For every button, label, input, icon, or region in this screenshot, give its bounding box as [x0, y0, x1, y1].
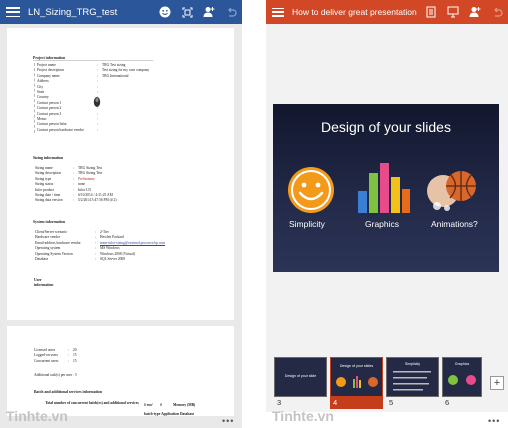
slide-thumbnail[interactable]: Design of your slides: [330, 357, 383, 397]
word-title-bar: LN_Sizing_TRG_test: [0, 0, 242, 24]
touch-cursor-icon: [93, 97, 101, 107]
more-options-icon[interactable]: •••: [222, 416, 234, 426]
notes-icon[interactable]: [420, 0, 442, 24]
system-info-heading: System information: [33, 220, 65, 224]
watermark: Tinhte.vn: [272, 408, 334, 424]
system-info-table: Client/Server scenario:2-Tier Hardware v…: [35, 230, 165, 262]
user-info-heading-line1: User: [34, 278, 42, 282]
present-icon[interactable]: [442, 0, 464, 24]
slide-number: 6: [445, 398, 450, 407]
slide-number-active: 4: [330, 397, 383, 409]
sizing-info-heading: Sizing information: [33, 156, 64, 160]
powerpoint-pane: How to deliver great presentation Design…: [266, 0, 508, 428]
slide-caption-graphics: Graphics: [365, 219, 400, 229]
thumb-graphics-icon: [336, 376, 378, 388]
smiley-icon[interactable]: [154, 0, 176, 24]
scan-icon[interactable]: [176, 0, 198, 24]
table-row: Sizing data version:5/2/2014 5:47:56 PM …: [35, 198, 117, 203]
bar-chart-graphic-icon: [358, 163, 410, 213]
split-divider[interactable]: [242, 0, 266, 428]
hamburger-menu-icon[interactable]: [6, 7, 20, 17]
users-table: Licensed users:20 Logged-on users:15 Con…: [34, 348, 77, 364]
additional-tasks: Additional task(s) per user : 5: [34, 373, 77, 377]
add-slide-button[interactable]: +: [490, 376, 504, 390]
batch-table-header-3: #: [160, 403, 162, 407]
slide-caption-simplicity: Simplicity: [289, 219, 325, 229]
ppt-title-bar: How to deliver great presentation: [266, 0, 508, 24]
batch-info-heading: Batch and additional services informatio…: [34, 390, 102, 394]
watermark: Tinhte.vn: [6, 408, 68, 424]
undo-icon[interactable]: [486, 0, 508, 24]
user-info-heading-line2: information: [34, 283, 54, 287]
word-pane: LN_Sizing_TRG_test Project information P…: [0, 0, 242, 428]
batch-table-header-4: Memory (MB): [173, 403, 196, 407]
slide-thumbnail-strip: Design of your slide 3 Design of your sl…: [266, 354, 508, 412]
divider-line: [33, 60, 153, 61]
smiley-graphic-icon: [288, 167, 334, 213]
add-person-icon[interactable]: [464, 0, 486, 24]
slide-caption-animations: Animations?: [431, 219, 478, 229]
undo-icon[interactable]: [220, 0, 242, 24]
slide-thumbnail[interactable]: Simplicity: [386, 357, 439, 397]
current-slide[interactable]: Design of your slides Simplicity Graphic…: [273, 104, 499, 272]
more-options-icon[interactable]: •••: [488, 416, 500, 426]
batch-table-header-1: Total number of concurrent batch(es) and…: [45, 401, 139, 405]
sizing-info-table: Sizing name: TRG Sizing Test Sizing descr…: [35, 166, 117, 204]
batch-table-header-2: # exe/: [144, 403, 153, 407]
word-document-title[interactable]: LN_Sizing_TRG_test: [28, 7, 154, 18]
thumb-text-lines-icon: [393, 371, 431, 391]
table-row: Database: SQL Server 2008: [35, 257, 126, 262]
hamburger-menu-icon[interactable]: [272, 7, 284, 17]
document-page-1[interactable]: Project information Project name: TRG Tes…: [7, 28, 234, 320]
ppt-document-title[interactable]: How to deliver great presentation: [292, 7, 420, 17]
add-person-icon[interactable]: [198, 0, 220, 24]
basketball-graphic-icon: [427, 171, 476, 211]
slide-thumbnail[interactable]: Graphics: [442, 357, 482, 397]
slide-title: Design of your slides: [321, 119, 451, 135]
thumb-graphics-icon: [448, 375, 476, 385]
table-row: Contact person hardware vendor:: [37, 127, 98, 132]
slide-thumbnail[interactable]: Design of your slide: [274, 357, 327, 397]
project-info-table: Project name: TRG Test sizing Project des…: [34, 63, 149, 134]
table-row: Concurrent users:15: [34, 358, 77, 363]
slide-number: 5: [389, 398, 394, 407]
